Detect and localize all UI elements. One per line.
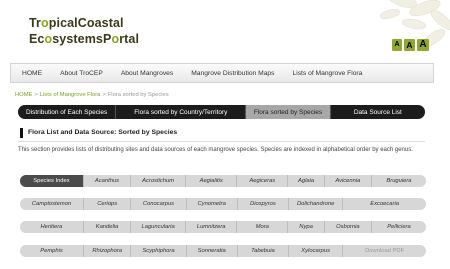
genus-link[interactable]: Sonneratia <box>187 245 238 257</box>
site-logo[interactable]: TropicalCoastal EcosystemsPortal <box>29 15 139 47</box>
genus-link[interactable]: Aglaia <box>288 175 325 187</box>
genus-link[interactable]: Scyphiphora <box>131 245 187 257</box>
logo-text-accent: o <box>41 16 49 30</box>
genus-link[interactable]: Lumnitzera <box>186 221 238 233</box>
logo-text: Tr <box>29 16 42 30</box>
nav-about-mangroves[interactable]: About Mangroves <box>112 70 182 77</box>
page: TropicalCoastal EcosystemsPortal A A A H… <box>0 0 450 269</box>
genus-link[interactable]: Rhizophora <box>84 245 132 257</box>
site-header: TropicalCoastal EcosystemsPortal A A A <box>0 0 450 60</box>
font-size-medium-button[interactable]: A <box>404 39 415 51</box>
download-pdf-button[interactable]: Download PDF <box>343 245 426 257</box>
species-index-row: Camptostemon Ceriops Conocarpus Cynometr… <box>20 198 426 210</box>
section-tabs: Distribution of Each Species Flora sorte… <box>18 105 425 119</box>
genus-link[interactable]: Bruguiera <box>372 175 426 187</box>
section-title: Flora List and Data Source: Sorted by Sp… <box>20 128 177 138</box>
logo-text: systemsP <box>52 32 112 46</box>
genus-link[interactable]: Acanthus <box>84 175 132 187</box>
species-index-row: Species Index Acanthus Acrostichum Aegia… <box>20 175 426 187</box>
genus-link[interactable]: Xylocarpus <box>289 245 344 257</box>
genus-link[interactable]: Diospyros <box>238 198 290 210</box>
genus-link[interactable]: Heritiera <box>20 221 84 233</box>
genus-link[interactable]: Aegiceras <box>237 175 289 187</box>
nav-about-trocep[interactable]: About TroCEP <box>51 70 112 77</box>
nav-distribution-maps[interactable]: Mangrove Distribution Maps <box>182 70 283 77</box>
logo-text: Ec <box>29 32 45 46</box>
breadcrumb: HOME > Lists of Mangrove Flora > Flora sorte… <box>15 92 169 98</box>
divider <box>18 141 425 142</box>
species-index-row: Pemphis Rhizophora Scyphiphora Sonnerati… <box>20 245 426 257</box>
genus-link[interactable]: Avicennia <box>325 175 372 187</box>
tab-data-source[interactable]: Data Source List <box>331 105 425 119</box>
genus-link[interactable]: Cynometra <box>187 198 238 210</box>
logo-text: picalCoastal <box>48 16 124 30</box>
genus-link[interactable]: Conocarpus <box>131 198 187 210</box>
genus-link[interactable]: Dolichandrone <box>289 198 344 210</box>
font-size-large-button[interactable]: A <box>417 39 429 51</box>
genus-link[interactable]: Mora <box>237 221 289 233</box>
genus-link[interactable]: Osbornia <box>325 221 372 233</box>
breadcrumb-separator: > <box>102 92 106 98</box>
genus-link[interactable]: Acrostichum <box>131 175 187 187</box>
breadcrumb-separator: > <box>34 92 38 98</box>
main-nav: HOME About TroCEP About Mangroves Mangro… <box>10 63 434 83</box>
tab-by-country[interactable]: Flora sorted by Country/Territory <box>116 105 247 119</box>
tab-by-species[interactable]: Flora sorted by Species <box>246 105 331 119</box>
species-index-label: Species Index <box>20 175 84 187</box>
species-index-row: Heritiera Kandelia Laguncularia Lumnitze… <box>20 221 426 233</box>
nav-home[interactable]: HOME <box>11 70 51 77</box>
genus-link[interactable]: Excoecaria <box>343 198 426 210</box>
genus-link[interactable]: Pelliciera <box>372 221 426 233</box>
genus-link[interactable]: Kandelia <box>84 221 132 233</box>
tab-distribution[interactable]: Distribution of Each Species <box>18 105 117 119</box>
genus-link[interactable]: Tabebuia <box>238 245 290 257</box>
logo-line-2: EcosystemsPortal <box>29 31 139 47</box>
breadcrumb-home[interactable]: HOME <box>15 92 32 98</box>
logo-text: rtal <box>119 32 140 46</box>
font-size-switcher: A A A <box>392 39 429 51</box>
genus-link[interactable]: Camptostemon <box>20 198 85 210</box>
font-size-small-button[interactable]: A <box>392 39 402 51</box>
breadcrumb-parent[interactable]: Lists of Mangrove Flora <box>40 92 101 98</box>
logo-line-1: TropicalCoastal <box>29 15 139 31</box>
section-description: This section provides lists of distribut… <box>18 147 413 153</box>
genus-link[interactable]: Pemphis <box>20 245 85 257</box>
genus-link[interactable]: Aegialitis <box>186 175 238 187</box>
genus-link[interactable]: Nypa <box>288 221 325 233</box>
nav-flora-lists[interactable]: Lists of Mangrove Flora <box>284 70 372 77</box>
leaf-decoration-icon <box>379 0 450 47</box>
breadcrumb-current: Flora sorted by Species <box>107 92 169 98</box>
genus-link[interactable]: Ceriops <box>84 198 132 210</box>
genus-link[interactable]: Laguncularia <box>131 221 187 233</box>
